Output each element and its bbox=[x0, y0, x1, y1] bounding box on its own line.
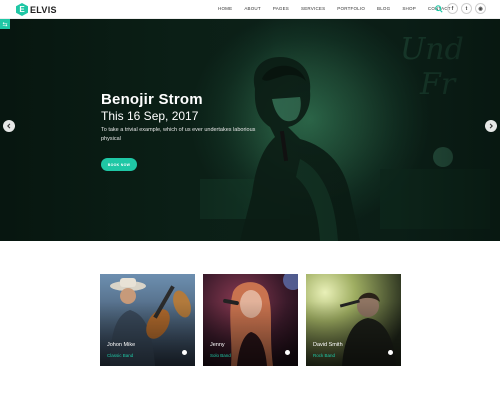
nav-item-portfolio[interactable]: PORTFOLIO bbox=[337, 6, 365, 11]
artist-genre: Classic Band bbox=[107, 353, 134, 358]
dribbble-icon[interactable]: ◉ bbox=[475, 3, 486, 14]
brand-logo[interactable]: E ELVIS bbox=[16, 3, 57, 16]
artist-genre: Rock Band bbox=[313, 353, 336, 358]
nav-item-services[interactable]: SERVICES bbox=[301, 6, 325, 11]
nav-item-about[interactable]: ABOUT bbox=[244, 6, 261, 11]
artist-genre: Solo Band bbox=[210, 353, 231, 358]
artist-card[interactable]: David Smith Rock Band bbox=[306, 274, 401, 366]
more-dot-icon[interactable] bbox=[182, 350, 187, 355]
logo-badge: E bbox=[16, 3, 28, 16]
facebook-icon[interactable]: f bbox=[447, 3, 458, 14]
slider-next-button[interactable] bbox=[485, 120, 497, 132]
artist-name: Jenny bbox=[210, 342, 225, 348]
corner-tab-icon[interactable]: ⇆ bbox=[0, 19, 10, 29]
more-dot-icon[interactable] bbox=[285, 350, 290, 355]
artist-cards: Johon Mike Classic Band Jenny Solo Band bbox=[100, 274, 401, 366]
top-header: E ELVIS HOME ABOUT PAGES SERVICES PORTFO… bbox=[0, 0, 500, 19]
hero-date: This 16 Sep, 2017 bbox=[101, 109, 199, 123]
main-nav: HOME ABOUT PAGES SERVICES PORTFOLIO BLOG… bbox=[218, 6, 451, 11]
nav-item-shop[interactable]: SHOP bbox=[402, 6, 416, 11]
search-icon[interactable] bbox=[433, 3, 444, 14]
nav-item-home[interactable]: HOME bbox=[218, 6, 232, 11]
chevron-right-icon bbox=[489, 123, 493, 129]
artist-card[interactable]: Jenny Solo Band bbox=[203, 274, 298, 366]
more-dot-icon[interactable] bbox=[388, 350, 393, 355]
chevron-left-icon bbox=[7, 123, 11, 129]
artist-name: David Smith bbox=[313, 342, 343, 348]
header-icons: f t ◉ bbox=[433, 3, 486, 14]
twitter-icon[interactable]: t bbox=[461, 3, 472, 14]
hero-title: Benojir Strom bbox=[101, 91, 203, 108]
hero-slider: Und Fr ⇆ Benojir Strom This 16 Sep, 2017… bbox=[0, 19, 500, 241]
brand-name: ELVIS bbox=[30, 4, 57, 15]
book-now-button[interactable]: BOOK NOW bbox=[101, 158, 137, 171]
nav-item-pages[interactable]: PAGES bbox=[273, 6, 289, 11]
slider-prev-button[interactable] bbox=[3, 120, 15, 132]
artist-card[interactable]: Johon Mike Classic Band bbox=[100, 274, 195, 366]
nav-item-blog[interactable]: BLOG bbox=[377, 6, 390, 11]
hero-description: To take a trivial example, which of us e… bbox=[101, 127, 256, 142]
artist-name: Johon Mike bbox=[107, 342, 136, 348]
